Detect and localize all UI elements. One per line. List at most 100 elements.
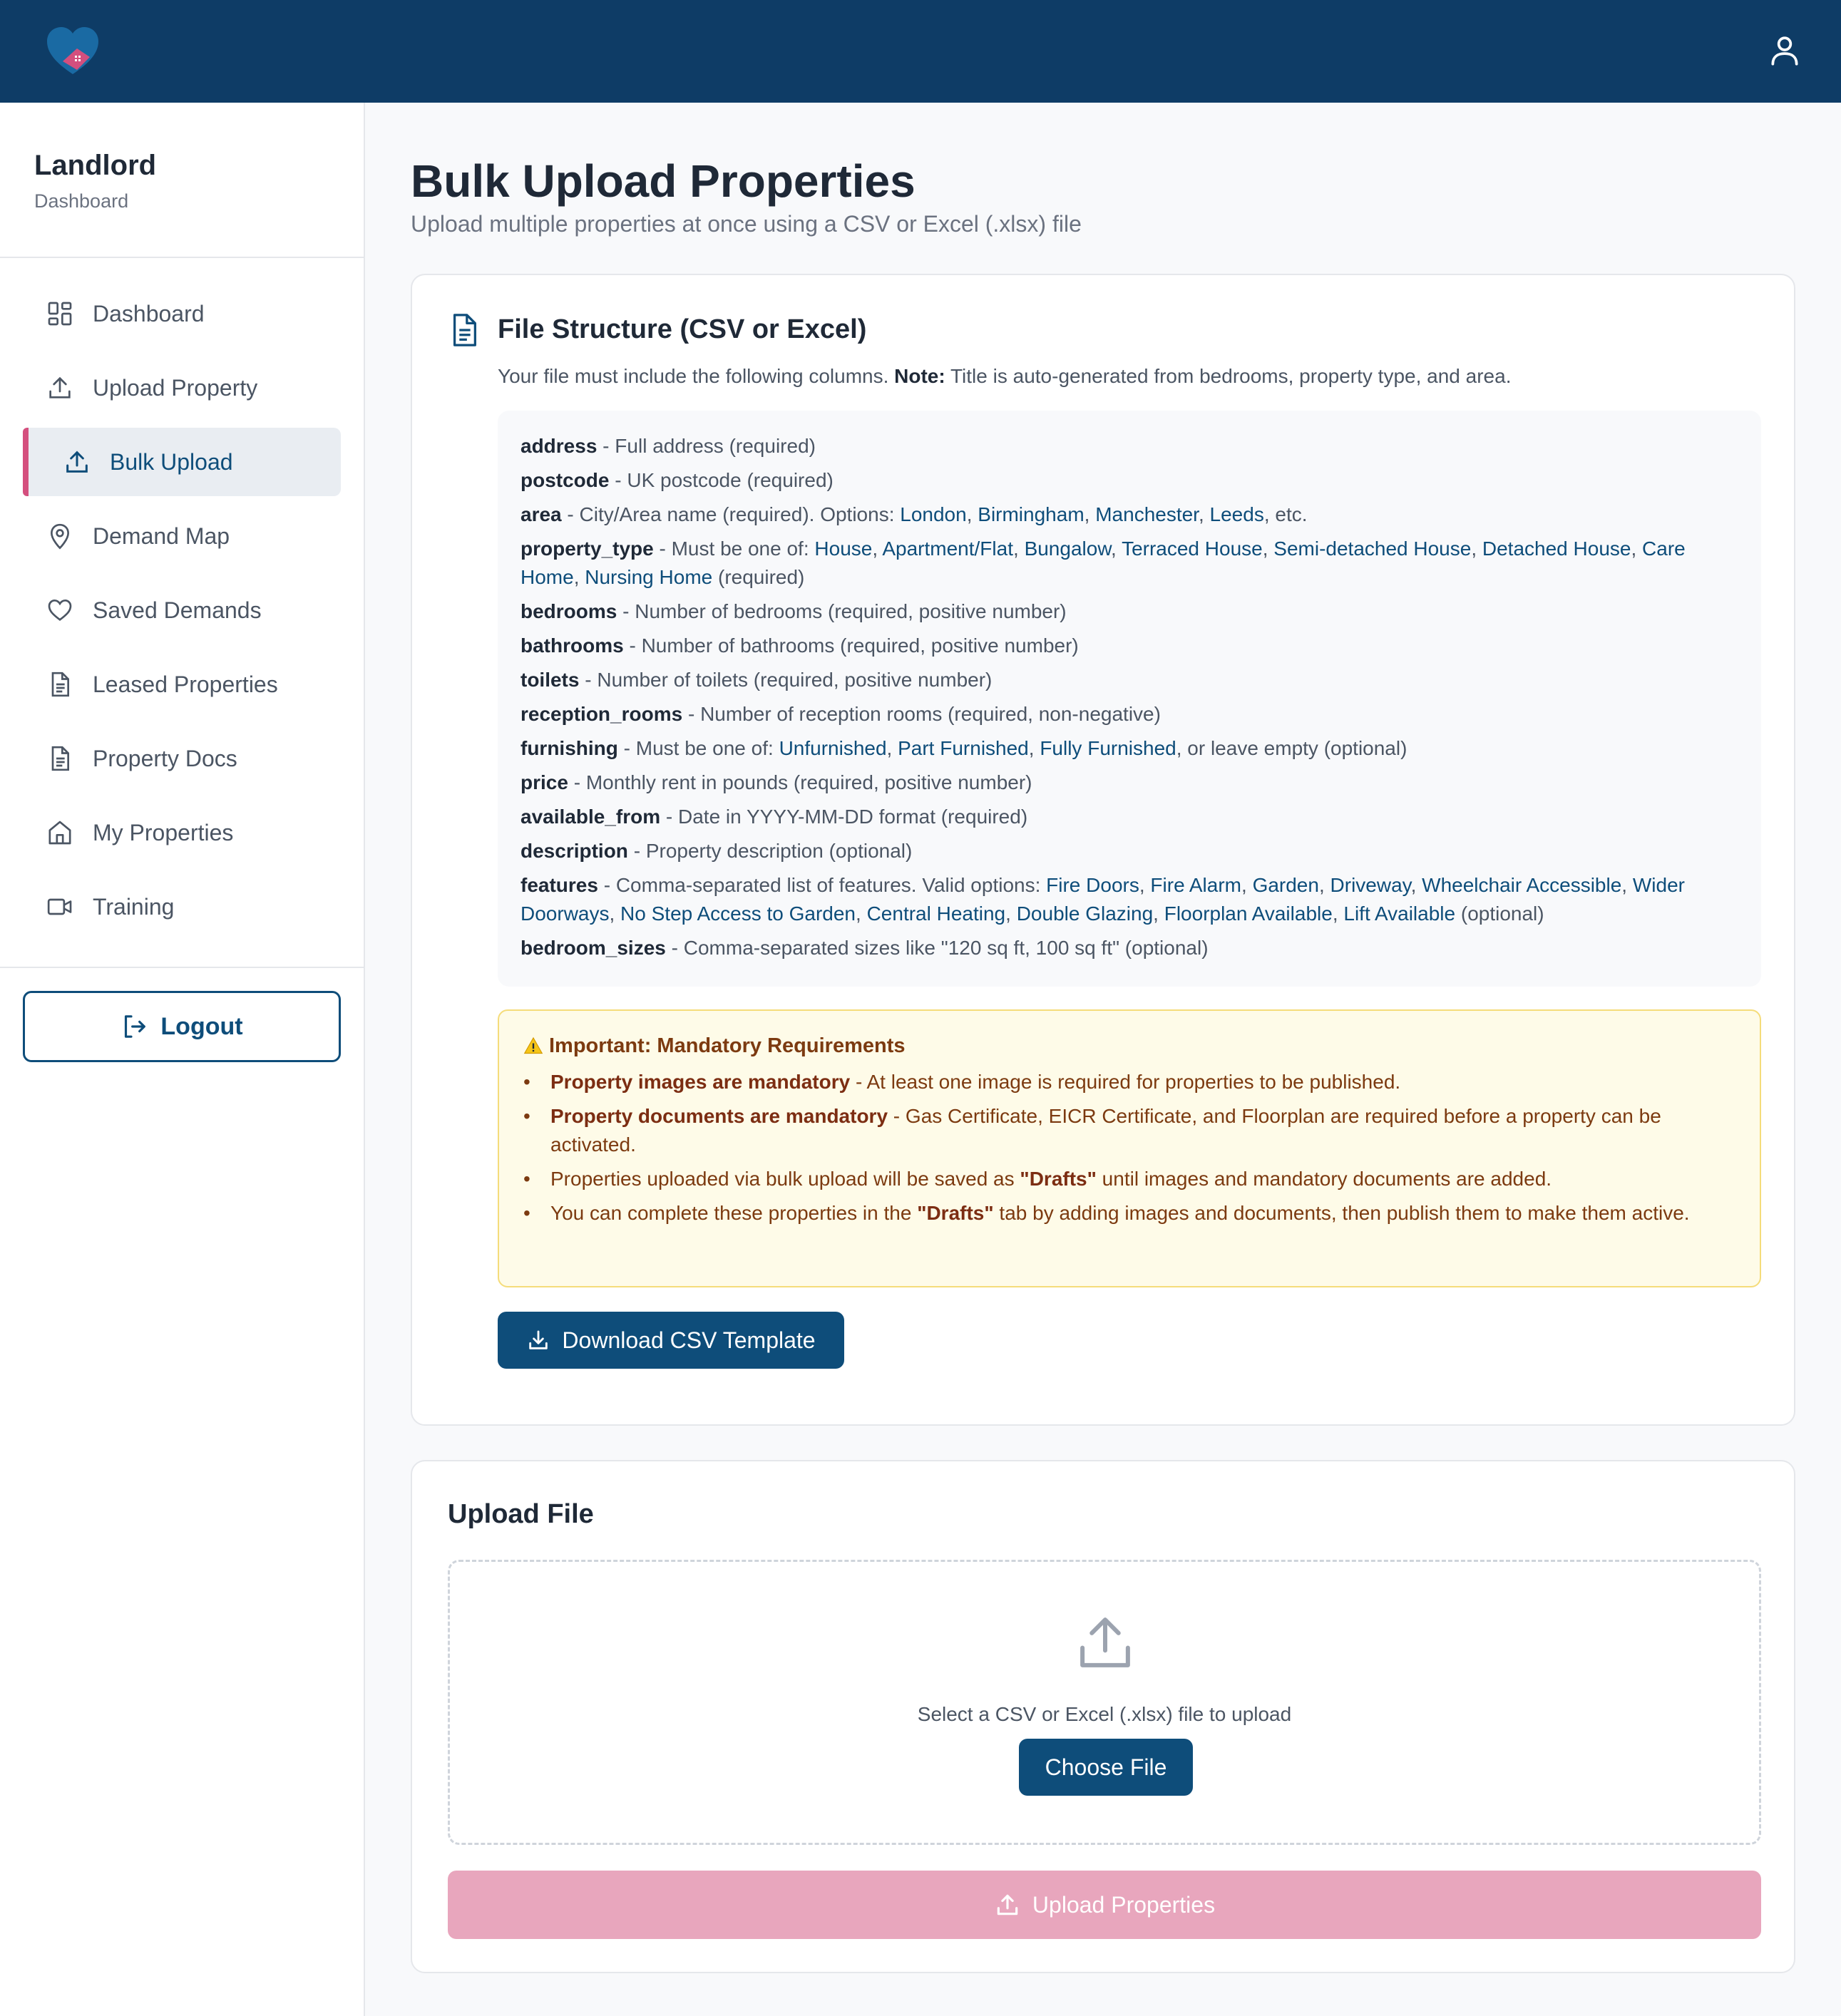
column-row-features: features - Comma-separated list of featu… xyxy=(520,874,1685,925)
notice-item: Property documents are mandatory - Gas C… xyxy=(523,1102,1735,1159)
column-option: Fire Doors xyxy=(1046,874,1139,896)
logout-icon xyxy=(125,1015,146,1038)
sidebar-brand: Landlord Dashboard xyxy=(34,148,156,212)
columns-list: address - Full address (required) postcod… xyxy=(498,411,1761,987)
column-option: Garden xyxy=(1252,874,1319,896)
column-description: City/Area name (required). Options: xyxy=(579,503,895,525)
user-icon[interactable] xyxy=(1767,33,1802,68)
note-text: Title is auto-generated from bedrooms, p… xyxy=(950,365,1512,387)
sidebar-item-demand-map[interactable]: Demand Map xyxy=(23,502,341,570)
logout-button[interactable]: Logout xyxy=(23,991,341,1062)
column-suffix: (required) xyxy=(712,566,805,588)
sidebar-divider xyxy=(0,967,364,968)
column-description: Date in YYYY-MM-DD format (required) xyxy=(678,806,1028,828)
column-option: House xyxy=(814,538,873,560)
column-row-bathrooms: bathrooms - Number of bathrooms (require… xyxy=(520,634,1079,657)
column-description: Number of bathrooms (required, positive … xyxy=(641,634,1079,657)
column-name: postcode xyxy=(520,469,610,491)
description-text: Your file must include the following col… xyxy=(498,365,889,387)
sidebar-item-label: Saved Demands xyxy=(93,597,262,623)
column-suffix: , etc. xyxy=(1263,503,1308,525)
column-option: Semi-detached House xyxy=(1273,538,1472,560)
column-suffix: , or leave empty (optional) xyxy=(1176,737,1407,759)
column-name: features xyxy=(520,874,598,896)
upload-icon xyxy=(49,376,71,398)
sidebar-divider xyxy=(0,257,364,258)
sidebar-item-label: Upload Property xyxy=(93,374,258,401)
column-option: Terraced House xyxy=(1122,538,1263,560)
file-structure-card: File Structure (CSV or Excel) Your file … xyxy=(411,274,1795,1426)
notice-item-text: You can complete these properties in the xyxy=(550,1202,918,1224)
notice-item-bold: Property documents are mandatory xyxy=(550,1105,888,1127)
column-name: reception_rooms xyxy=(520,703,683,725)
notice-item-text: until images and mandatory documents are… xyxy=(1096,1168,1552,1190)
column-option: Central Heating xyxy=(866,902,1006,925)
column-name: bedrooms xyxy=(520,600,617,622)
notice-title-text: Important: Mandatory Requirements xyxy=(549,1034,906,1057)
column-option: Manchester xyxy=(1095,503,1199,525)
page-subtitle: Upload multiple properties at once using… xyxy=(411,211,1082,237)
upload-icon xyxy=(66,451,88,473)
notice-item-text: tab by adding images and documents, then… xyxy=(993,1202,1690,1224)
document-icon xyxy=(51,746,69,771)
column-row-area: area - City/Area name (required). Option… xyxy=(520,503,1308,525)
sidebar-item-upload-property[interactable]: Upload Property xyxy=(23,354,341,422)
column-option: Fire Alarm xyxy=(1150,874,1241,896)
sidebar-item-label: Bulk Upload xyxy=(110,448,233,475)
choose-file-button[interactable]: Choose File xyxy=(1019,1739,1193,1796)
column-name: bathrooms xyxy=(520,634,624,657)
column-name: property_type xyxy=(520,538,654,560)
column-option: Leeds xyxy=(1209,503,1264,525)
brand-title: Landlord xyxy=(34,150,157,181)
sidebar-item-leased-properties[interactable]: Leased Properties xyxy=(23,650,341,719)
column-name: toilets xyxy=(520,669,580,691)
column-name: furnishing xyxy=(520,737,618,759)
column-description: Monthly rent in pounds (required, positi… xyxy=(585,771,1032,793)
sidebar-item-dashboard[interactable]: Dashboard xyxy=(23,279,341,348)
sidebar-item-label: Training xyxy=(93,893,175,920)
column-row-toilets: toilets - Number of toilets (required, p… xyxy=(520,669,993,691)
upload-file-card: Upload File Select a CSV or Excel (.xlsx… xyxy=(411,1460,1795,1973)
column-description: Must be one of: xyxy=(671,538,809,560)
column-option: Unfurnished xyxy=(779,737,887,759)
heart-house-logo[interactable] xyxy=(46,26,100,77)
document-icon xyxy=(51,672,69,697)
sidebar-item-training[interactable]: Training xyxy=(23,873,341,941)
column-option: Birmingham xyxy=(978,503,1084,525)
notice-item-bold: "Drafts" xyxy=(917,1202,994,1224)
download-csv-template-button[interactable]: Download CSV Template xyxy=(498,1312,844,1369)
sidebar-item-property-docs[interactable]: Property Docs xyxy=(23,724,341,793)
heart-icon xyxy=(48,599,72,622)
page-title: Bulk Upload Properties xyxy=(411,155,916,207)
notice-items: Property images are mandatory - At least… xyxy=(523,1068,1735,1228)
sidebar-item-saved-demands[interactable]: Saved Demands xyxy=(23,576,341,644)
sidebar-item-label: Dashboard xyxy=(93,300,205,326)
column-option: Detached House xyxy=(1482,538,1631,560)
column-description: Number of bedrooms (required, positive n… xyxy=(635,600,1067,622)
warning-icon xyxy=(523,1037,543,1054)
column-name: available_from xyxy=(520,806,661,828)
sidebar-item-label: Demand Map xyxy=(93,523,230,549)
column-description: Number of toilets (required, positive nu… xyxy=(597,669,993,691)
column-option: Wheelchair Accessible xyxy=(1422,874,1622,896)
column-option: Part Furnished xyxy=(898,737,1029,759)
home-icon xyxy=(48,821,71,845)
file-drop-zone[interactable]: Select a CSV or Excel (.xlsx) file to up… xyxy=(448,1560,1761,1845)
column-option: Apartment/Flat xyxy=(882,538,1013,560)
dashboard-grid-icon xyxy=(48,302,72,326)
top-bar xyxy=(0,0,1841,103)
sidebar-item-my-properties[interactable]: My Properties xyxy=(23,798,341,867)
logout-label: Logout xyxy=(160,1012,243,1040)
upload-properties-button[interactable]: Upload Properties xyxy=(448,1871,1761,1939)
column-option: Nursing Home xyxy=(585,566,713,588)
column-row-reception-rooms: reception_rooms - Number of reception ro… xyxy=(520,703,1161,725)
column-row-bedroom-sizes: bedroom_sizes - Comma-separated sizes li… xyxy=(520,937,1209,959)
column-row-postcode: postcode - UK postcode (required) xyxy=(520,469,834,491)
column-row-price: price - Monthly rent in pounds (required… xyxy=(520,771,1032,793)
sidebar: Landlord Dashboard Dashboard Upload Prop… xyxy=(0,103,365,2016)
sidebar-item-label: Property Docs xyxy=(93,745,237,771)
notice-title: Important: Mandatory Requirements xyxy=(523,1032,1735,1059)
column-option: No Step Access to Garden xyxy=(620,902,856,925)
sidebar-item-bulk-upload[interactable]: Bulk Upload xyxy=(23,428,341,496)
upload-icon xyxy=(997,1894,1018,1915)
